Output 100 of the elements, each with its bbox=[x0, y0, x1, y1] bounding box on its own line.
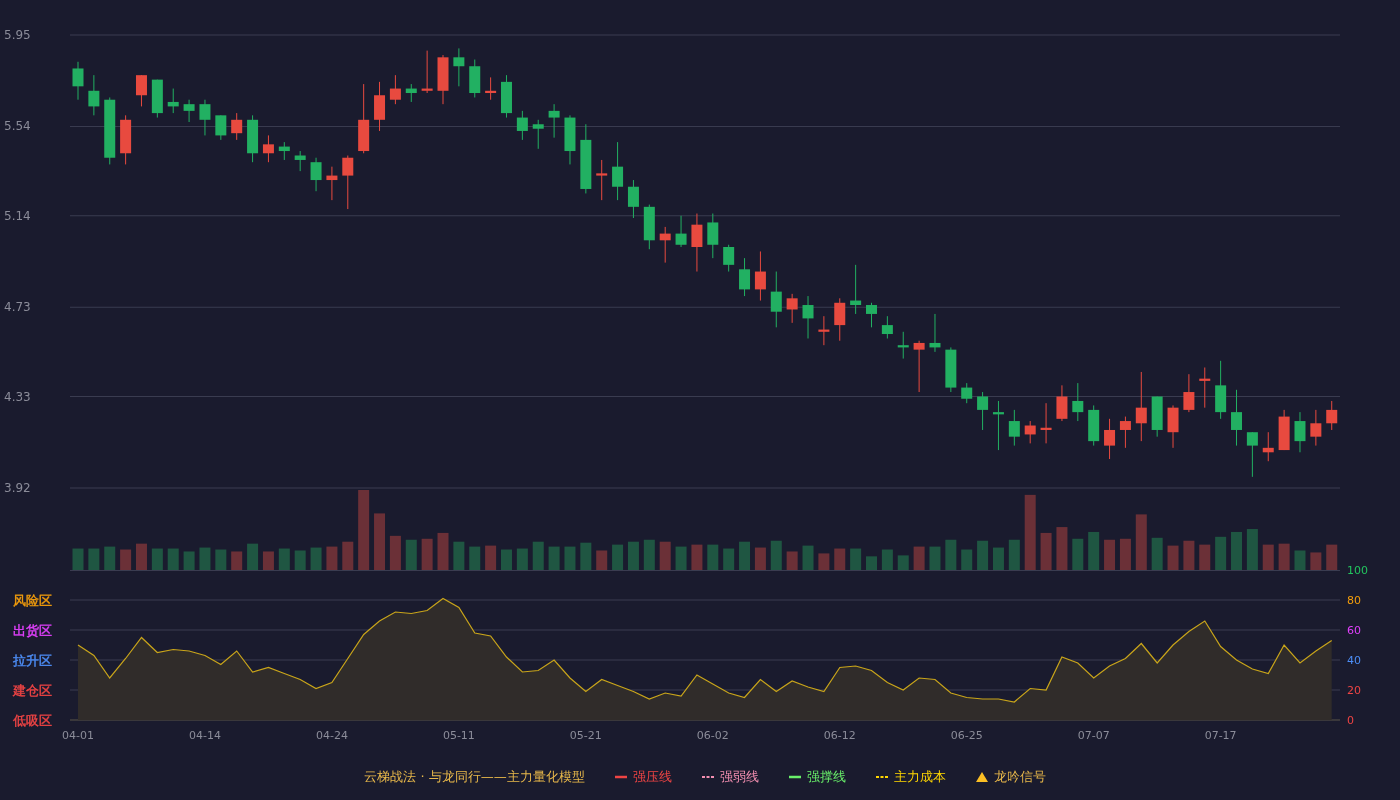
axis-label: 3.92 bbox=[4, 481, 31, 495]
axis-label: 5.54 bbox=[4, 119, 31, 134]
candlestick bbox=[437, 54, 449, 105]
candlestick bbox=[310, 157, 322, 192]
volume-bar bbox=[897, 555, 909, 570]
candlestick bbox=[1072, 382, 1084, 422]
volume-bar bbox=[1278, 543, 1290, 570]
candlestick bbox=[1151, 396, 1163, 438]
volume-bar bbox=[1008, 539, 1020, 570]
candlestick bbox=[453, 47, 465, 87]
candlestick bbox=[1088, 404, 1100, 447]
volume-bar bbox=[104, 546, 116, 570]
candlestick bbox=[516, 110, 528, 141]
volume-bar bbox=[1151, 537, 1163, 570]
candlestick bbox=[754, 250, 766, 302]
candlestick bbox=[1326, 400, 1338, 431]
candlestick bbox=[278, 141, 290, 161]
volume-bar bbox=[437, 532, 449, 570]
axis-label: 0 bbox=[1347, 714, 1354, 727]
volume-bar bbox=[247, 543, 259, 570]
candlestick bbox=[1246, 431, 1258, 478]
candlestick bbox=[627, 179, 639, 219]
volume-bar bbox=[516, 548, 528, 570]
candlestick bbox=[389, 74, 401, 105]
candlestick bbox=[659, 226, 671, 264]
volume-bar bbox=[1072, 538, 1084, 570]
volume-bar bbox=[627, 541, 639, 570]
candlestick bbox=[691, 213, 703, 273]
volume-bar bbox=[1262, 544, 1274, 570]
volume-bar bbox=[802, 545, 814, 570]
axis-label: 60 bbox=[1347, 624, 1361, 637]
candlestick bbox=[1215, 360, 1227, 420]
volume-bar bbox=[405, 539, 417, 570]
volume-bar bbox=[183, 551, 195, 570]
candlestick bbox=[88, 74, 100, 116]
axis-label: 80 bbox=[1347, 594, 1361, 607]
volume-bar bbox=[881, 549, 893, 570]
volume-bar bbox=[136, 543, 147, 570]
axis-label: 04-01 bbox=[62, 729, 94, 742]
legend-label: 主力成本 bbox=[893, 768, 946, 786]
candlestick bbox=[1167, 404, 1179, 449]
volume-bar bbox=[992, 547, 1004, 570]
candlestick bbox=[1294, 411, 1306, 453]
volume-bar bbox=[754, 547, 766, 570]
volume-bar bbox=[929, 546, 941, 570]
candlestick bbox=[151, 79, 163, 119]
volume-bar bbox=[310, 547, 322, 570]
candlestick bbox=[977, 391, 989, 431]
axis-label: 06-25 bbox=[950, 729, 983, 742]
candlestick bbox=[770, 271, 782, 328]
candlestick bbox=[1056, 384, 1068, 422]
candlestick bbox=[247, 114, 259, 163]
volume-bar bbox=[1104, 539, 1116, 570]
volume-bar bbox=[151, 548, 163, 570]
volume-bar bbox=[294, 550, 306, 570]
candlestick bbox=[231, 112, 243, 141]
volume-bar bbox=[612, 544, 624, 570]
volume-bar bbox=[1199, 544, 1211, 570]
axis-label: 04-24 bbox=[315, 729, 348, 742]
axis-label: 07-17 bbox=[1204, 729, 1237, 742]
axis-label: 04-14 bbox=[189, 729, 221, 742]
volume-bar bbox=[1326, 544, 1338, 570]
axis-label: 5.14 bbox=[4, 208, 31, 223]
candlestick bbox=[374, 81, 386, 132]
candlestick bbox=[739, 257, 751, 297]
volume-bar bbox=[1040, 532, 1052, 570]
candlestick bbox=[675, 215, 687, 248]
volume-bar bbox=[262, 551, 274, 570]
volume-bar bbox=[389, 535, 401, 570]
axis-label: 100 bbox=[1347, 564, 1368, 577]
volume-bar bbox=[723, 548, 735, 570]
volume-bar bbox=[675, 546, 687, 570]
candlestick bbox=[612, 141, 624, 201]
candlestick bbox=[183, 99, 195, 123]
legend-label: 强撑线 bbox=[806, 768, 846, 786]
volume-bar bbox=[1135, 514, 1147, 570]
volume-bar bbox=[961, 549, 973, 570]
candlestick bbox=[548, 103, 560, 139]
volume-bar bbox=[580, 542, 592, 570]
volume-bar bbox=[1215, 536, 1227, 570]
volume-bar bbox=[913, 546, 925, 570]
zone-label: 出货区 bbox=[13, 623, 52, 638]
candlestick bbox=[421, 50, 433, 94]
volume-bar bbox=[564, 546, 576, 570]
candlestick bbox=[786, 293, 798, 324]
axis-label: 07-07 bbox=[1077, 729, 1110, 742]
candlestick bbox=[485, 76, 497, 101]
volume-bar bbox=[1056, 527, 1068, 570]
candlestick bbox=[1040, 402, 1052, 444]
legend-label: 强压线 bbox=[632, 768, 672, 786]
volume-bar bbox=[786, 551, 798, 570]
volume-bar bbox=[1231, 531, 1242, 570]
volume-bar bbox=[532, 541, 544, 570]
volume-bar bbox=[278, 548, 290, 570]
volume-bar bbox=[374, 513, 386, 570]
candlestick bbox=[564, 114, 576, 165]
candlestick bbox=[1104, 418, 1116, 460]
candlestick bbox=[913, 340, 925, 393]
zone-label: 低吸区 bbox=[13, 713, 52, 728]
candlestick bbox=[1199, 367, 1211, 409]
